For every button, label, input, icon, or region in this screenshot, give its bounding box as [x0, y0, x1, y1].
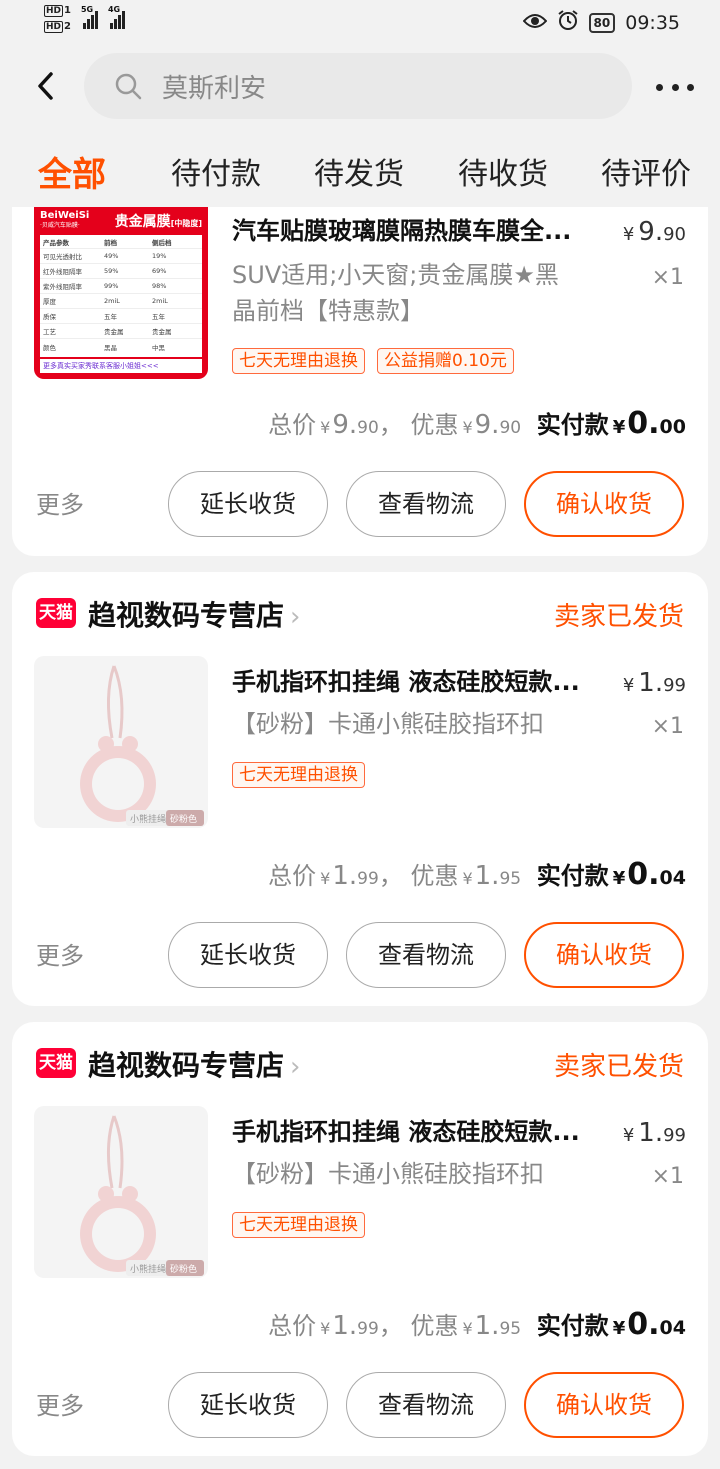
service-tags: 七天无理由退换 公益捐赠0.10元: [232, 348, 514, 374]
tag-charity: 公益捐赠0.10元: [377, 348, 514, 374]
order-card: 天猫 趋视数码专营店 › 卖家已发货 小熊挂绳 砂粉色 手机指环扣挂绳 液态硅胶短…: [12, 572, 708, 1006]
price-summary: 总价 ¥9.90， 优惠 ¥9.90 实付款 ¥0.00: [268, 406, 686, 441]
product-image[interactable]: 小熊挂绳 砂粉色: [34, 1106, 208, 1278]
thumb-color-label: 砂粉色: [170, 1265, 198, 1275]
sim2-indicator: HD 2: [44, 21, 71, 33]
more-link[interactable]: 更多: [36, 485, 84, 520]
quantity: ×1: [651, 714, 684, 739]
shop-name-link[interactable]: 趋视数码专营店 ›: [88, 594, 300, 634]
product-image[interactable]: 小熊挂绳 砂粉色: [34, 656, 208, 828]
eye-icon: [522, 12, 547, 34]
order-status: 卖家已发货: [553, 1052, 684, 1082]
thumb-color-label: 砂粉色: [170, 815, 198, 825]
order-actions: 更多 延长收货 查看物流 确认收货: [12, 922, 708, 990]
extend-receipt-button[interactable]: 延长收货: [168, 922, 328, 988]
view-logistics-button[interactable]: 查看物流: [346, 1372, 506, 1438]
order-actions: 更多 延长收货 查看物流 确认收货: [12, 1372, 708, 1440]
alarm-icon: [557, 9, 579, 36]
tab-pending-payment[interactable]: 待付款: [171, 150, 261, 200]
signal-5g-icon: 5G: [81, 5, 98, 29]
product-title[interactable]: 手机指环扣挂绳 液态硅胶短款...: [232, 1116, 622, 1148]
chevron-left-icon: [38, 72, 53, 100]
search-placeholder: 莫斯利安: [162, 73, 267, 104]
extend-receipt-button[interactable]: 延长收货: [168, 1372, 328, 1438]
search-icon: [115, 73, 142, 100]
order-actions: 更多 延长收货 查看物流 确认收货: [12, 471, 708, 539]
service-tags: 七天无理由退换: [232, 762, 365, 788]
tab-pending-shipment[interactable]: 待发货: [314, 150, 404, 200]
unit-price: ¥9.90: [622, 217, 686, 247]
shop-name-link[interactable]: 趋视数码专营店 ›: [88, 1044, 300, 1084]
more-link[interactable]: 更多: [36, 936, 84, 971]
tab-pending-review[interactable]: 待评价: [601, 150, 691, 200]
ring-lanyard-image: [80, 1115, 204, 1276]
unit-price: ¥1.99: [622, 1118, 686, 1148]
confirm-receipt-button[interactable]: 确认收货: [524, 1372, 684, 1438]
confirm-receipt-button[interactable]: 确认收货: [524, 471, 684, 537]
quantity: ×1: [651, 265, 684, 290]
thumb-brand-sub: ·贝威汽车贴膜·: [40, 222, 80, 229]
thumb-caption: 小熊挂绳: [130, 1265, 167, 1275]
chevron-right-icon: ›: [290, 1052, 301, 1082]
thumb-product-tag: [中隐度]: [170, 219, 202, 228]
product-sku: SUV适用;小天窗;贵金属膜★黑 晶前档【特惠款】: [232, 261, 559, 325]
thumb-product: 贵金属膜: [114, 214, 171, 230]
status-bar: HD 1 HD 2 5G 4G 80 09:35: [0, 0, 720, 46]
tmall-badge: 天猫: [36, 1048, 76, 1078]
thumb-brand: BeiWeiSi: [40, 210, 90, 221]
price-summary: 总价 ¥1.99， 优惠 ¥1.95 实付款 ¥0.04: [268, 857, 686, 892]
order-status: 卖家已发货: [553, 602, 684, 632]
more-link[interactable]: 更多: [36, 1386, 84, 1421]
unit-price: ¥1.99: [622, 668, 686, 698]
tag-seven-day-return: 七天无理由退换: [232, 1212, 365, 1238]
extend-receipt-button[interactable]: 延长收货: [168, 471, 328, 537]
battery-icon: 80: [588, 12, 616, 33]
confirm-receipt-button[interactable]: 确认收货: [524, 922, 684, 988]
thumb-spec-table: 产品参数 前档 侧后档 可见光透射比 49% 19% 红外线阻隔率 59% 69% 紫外…: [40, 235, 202, 357]
tag-seven-day-return: 七天无理由退换: [232, 762, 365, 788]
product-image[interactable]: BeiWeiSi ·贝威汽车贴膜· 贵金属膜[中隐度] 产品参数 前档 侧后档 …: [34, 207, 208, 379]
view-logistics-button[interactable]: 查看物流: [346, 471, 506, 537]
signal-4g-icon: 4G: [108, 5, 125, 29]
shop-header: 天猫 趋视数码专营店 › 卖家已发货: [12, 572, 708, 652]
view-logistics-button[interactable]: 查看物流: [346, 922, 506, 988]
sim1-indicator: HD 1: [44, 5, 71, 17]
order-card: BeiWeiSi ·贝威汽车贴膜· 贵金属膜[中隐度] 产品参数 前档 侧后档 …: [12, 207, 708, 556]
tmall-badge: 天猫: [36, 598, 76, 628]
order-card: 天猫 趋视数码专营店 › 卖家已发货 小熊挂绳 砂粉色 手机指环扣挂绳 液态硅胶短…: [12, 1022, 708, 1456]
shop-header: 天猫 趋视数码专营店 › 卖家已发货: [12, 1022, 708, 1102]
quantity: ×1: [651, 1164, 684, 1189]
product-title[interactable]: 汽车贴膜玻璃膜隔热膜车膜全...: [232, 215, 622, 247]
service-tags: 七天无理由退换: [232, 1212, 365, 1238]
order-tabs: 全部 待付款 待发货 待收货 待评价: [0, 150, 720, 200]
tab-all[interactable]: 全部: [38, 150, 106, 200]
product-title[interactable]: 手机指环扣挂绳 液态硅胶短款...: [232, 666, 622, 698]
ring-lanyard-image: [80, 665, 204, 826]
thumb-footer: 更多真实买家秀联系客服小姐姐<<<: [40, 359, 202, 373]
search-input[interactable]: 莫斯利安: [84, 53, 632, 119]
price-summary: 总价 ¥1.99， 优惠 ¥1.95 实付款 ¥0.04: [268, 1307, 686, 1342]
back-button[interactable]: [30, 68, 60, 104]
clock-time: 09:35: [625, 11, 680, 34]
tag-seven-day-return: 七天无理由退换: [232, 348, 365, 374]
product-sku: 【砂粉】卡通小熊硅胶指环扣: [232, 1160, 544, 1188]
product-sku: 【砂粉】卡通小熊硅胶指环扣: [232, 710, 544, 738]
thumb-caption: 小熊挂绳: [130, 815, 167, 825]
chevron-right-icon: ›: [290, 602, 301, 632]
tab-pending-receipt[interactable]: 待收货: [458, 150, 548, 200]
more-options-button[interactable]: [656, 72, 694, 102]
